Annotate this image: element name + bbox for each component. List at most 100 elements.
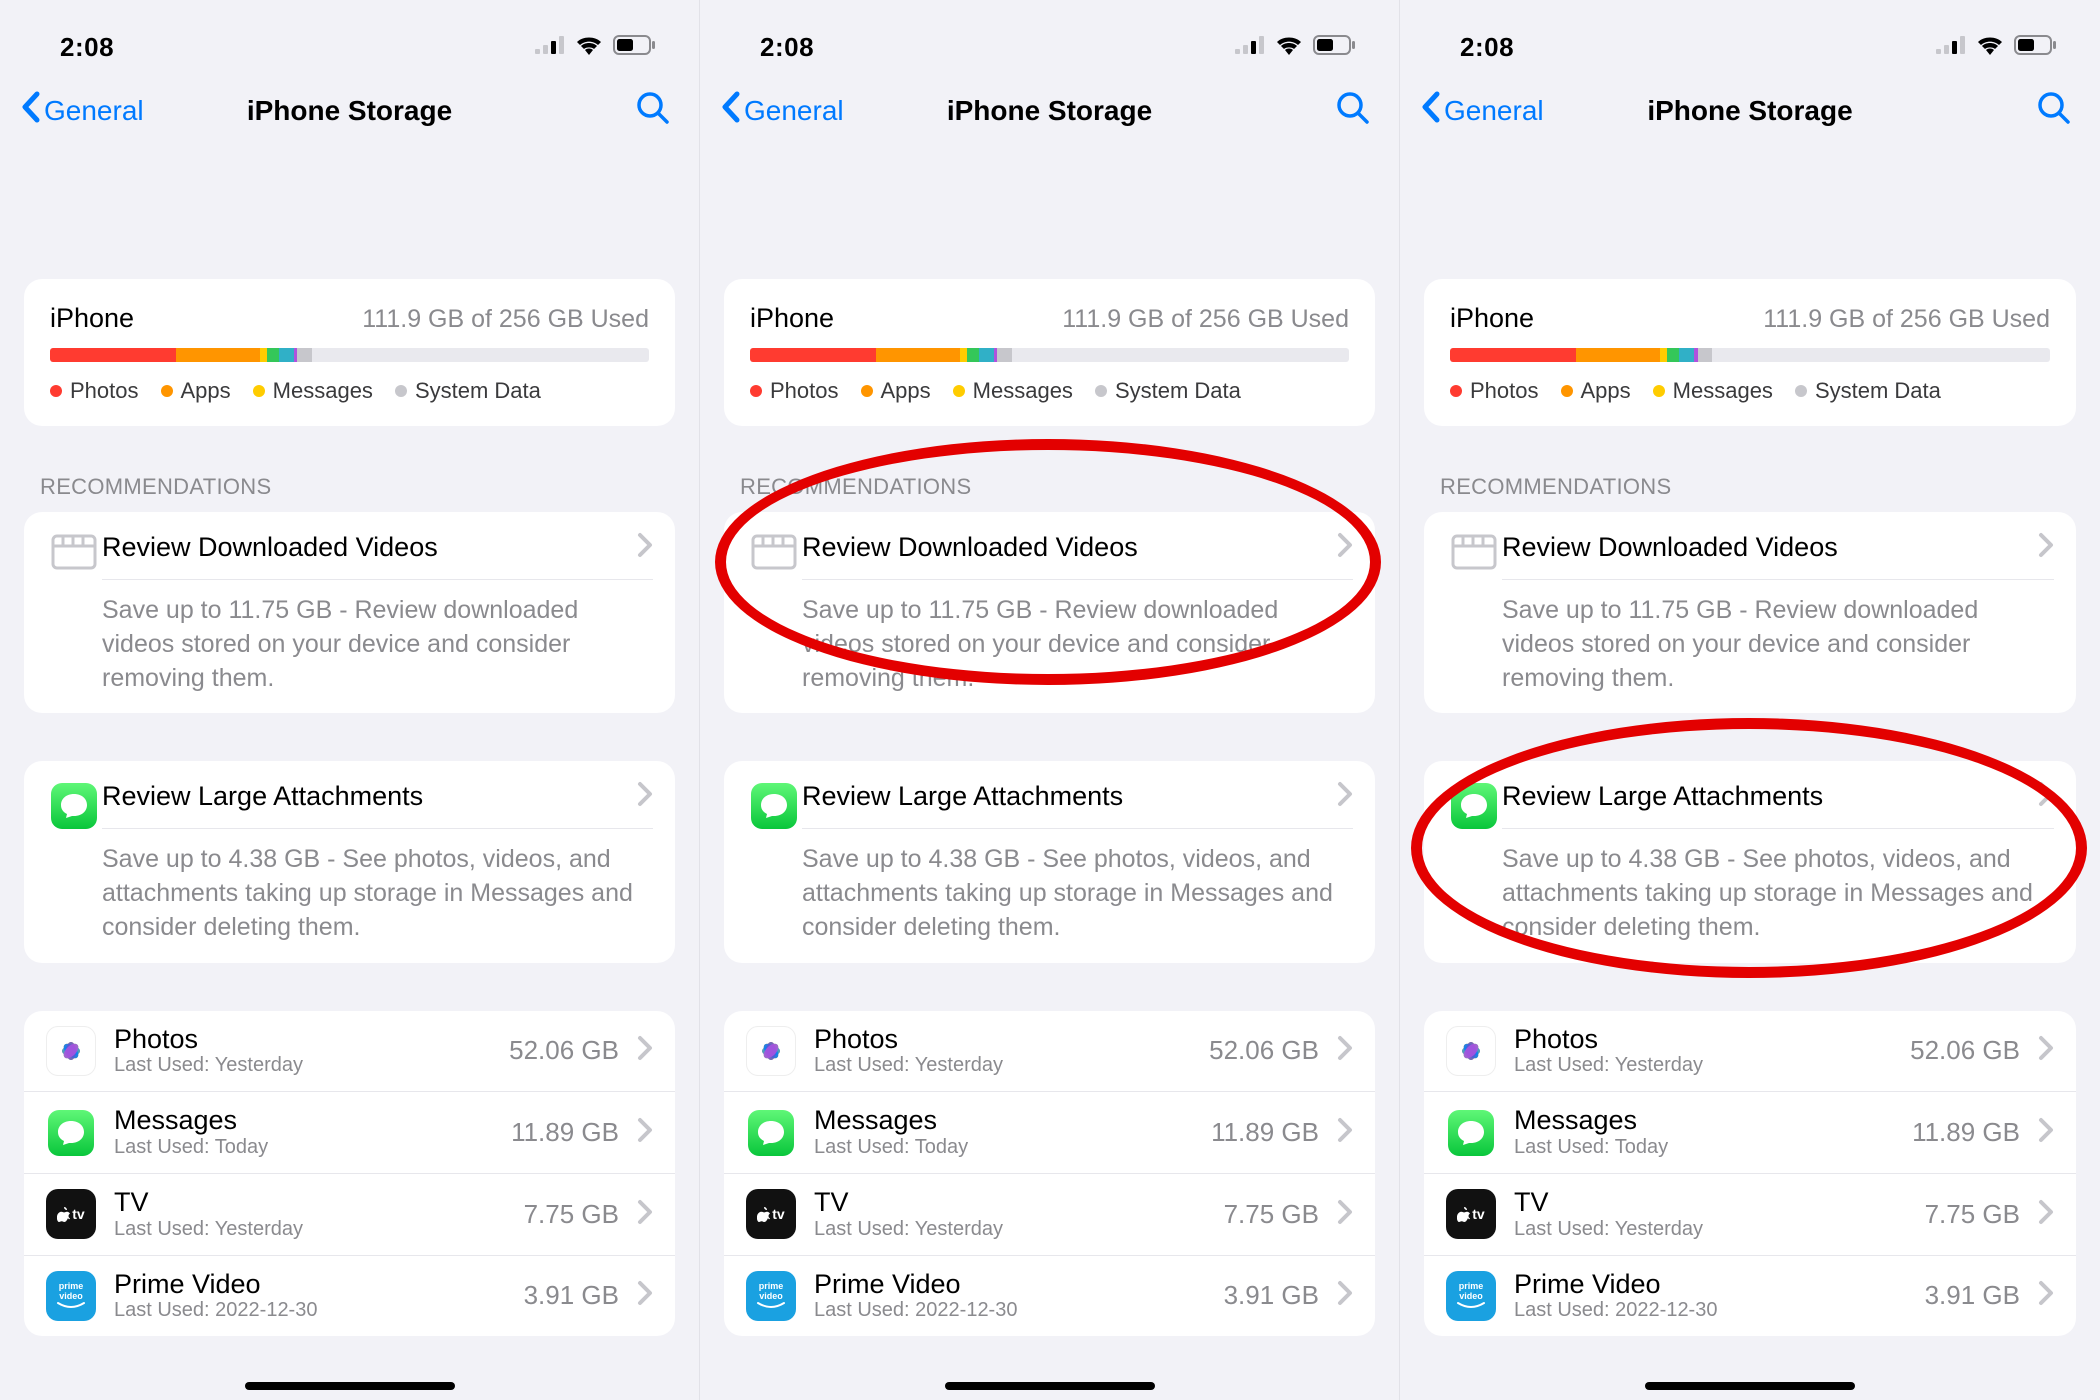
storage-segment (1667, 348, 1679, 362)
search-icon (2036, 113, 2072, 130)
legend-label: Messages (1673, 378, 1773, 404)
status-time: 2:08 (1460, 32, 1514, 63)
storage-segment (279, 348, 294, 362)
storage-segment (176, 348, 260, 362)
legend-dot-icon (253, 385, 265, 397)
storage-segment (876, 348, 960, 362)
recommendation-title: Review Large Attachments (802, 781, 1123, 812)
legend-item: System Data (1095, 378, 1241, 404)
legend-label: System Data (415, 378, 541, 404)
app-row[interactable]: primevideoPrime VideoLast Used: 2022-12-… (24, 1255, 675, 1337)
chevron-right-icon (637, 532, 653, 563)
prime-video-app-icon: primevideo (746, 1271, 796, 1321)
app-name: Messages (814, 1106, 1193, 1136)
search-button[interactable] (635, 90, 671, 131)
chevron-right-icon (2038, 1199, 2054, 1230)
app-row[interactable]: MessagesLast Used: Today11.89 GB (24, 1091, 675, 1173)
chevron-right-icon (1337, 1035, 1353, 1066)
app-name: TV (114, 1188, 506, 1218)
wifi-icon (1275, 35, 1303, 60)
recommendation-title: Review Large Attachments (102, 781, 423, 812)
chevron-right-icon (637, 1117, 653, 1148)
app-row[interactable]: primevideoPrime VideoLast Used: 2022-12-… (724, 1255, 1375, 1337)
legend-label: Apps (181, 378, 231, 404)
storage-bar (1450, 348, 2050, 362)
recommendation-card[interactable]: Review Large AttachmentsSave up to 4.38 … (1424, 761, 2076, 962)
app-size: 3.91 GB (1925, 1280, 2020, 1311)
storage-summary-card: iPhone111.9 GB of 256 GB UsedPhotosAppsM… (1424, 279, 2076, 426)
storage-segment (960, 348, 967, 362)
recommendation-card[interactable]: Review Downloaded VideosSave up to 11.75… (724, 512, 1375, 713)
legend-label: Apps (881, 378, 931, 404)
app-size: 11.89 GB (1912, 1117, 2020, 1148)
legend-dot-icon (1095, 385, 1107, 397)
legend-item: Photos (750, 378, 839, 404)
app-last-used: Last Used: 2022-12-30 (1514, 1299, 1907, 1322)
legend-label: Photos (70, 378, 139, 404)
cellular-signal-icon (1936, 36, 1966, 59)
app-last-used: Last Used: Yesterday (114, 1054, 491, 1077)
recommendation-card[interactable]: Review Downloaded VideosSave up to 11.75… (24, 512, 675, 713)
legend-item: Apps (1561, 378, 1631, 404)
storage-used-text: 111.9 GB of 256 GB Used (1062, 305, 1349, 334)
app-row[interactable]: PhotosLast Used: Yesterday52.06 GB (1424, 1011, 2076, 1092)
wifi-icon (575, 35, 603, 60)
device-name: iPhone (750, 303, 834, 334)
app-row[interactable]: primevideoPrime VideoLast Used: 2022-12-… (1424, 1255, 2076, 1337)
app-list: PhotosLast Used: Yesterday52.06 GBMessag… (1424, 1011, 2076, 1337)
photos-app-icon (746, 1026, 796, 1076)
storage-segment (1450, 348, 1576, 362)
app-row[interactable]: PhotosLast Used: Yesterday52.06 GB (24, 1011, 675, 1092)
app-size: 7.75 GB (1224, 1199, 1319, 1230)
search-button[interactable] (2036, 90, 2072, 131)
app-name: Prime Video (1514, 1270, 1907, 1300)
chevron-right-icon (1337, 1117, 1353, 1148)
back-chevron-icon (20, 90, 42, 131)
storage-segment (979, 348, 994, 362)
iphone-storage-screen: 2:08GeneraliPhone StorageiPhone111.9 GB … (0, 0, 700, 1400)
recommendation-title: Review Large Attachments (1502, 781, 1823, 812)
app-row[interactable]: tvTVLast Used: Yesterday7.75 GB (724, 1173, 1375, 1255)
recommendation-card[interactable]: Review Downloaded VideosSave up to 11.75… (1424, 512, 2076, 713)
storage-segment (967, 348, 979, 362)
app-row[interactable]: tvTVLast Used: Yesterday7.75 GB (24, 1173, 675, 1255)
photos-app-icon (1446, 1026, 1496, 1076)
storage-segment (750, 348, 876, 362)
app-last-used: Last Used: 2022-12-30 (114, 1299, 506, 1322)
app-row[interactable]: MessagesLast Used: Today11.89 GB (1424, 1091, 2076, 1173)
app-row[interactable]: MessagesLast Used: Today11.89 GB (724, 1091, 1375, 1173)
search-button[interactable] (1335, 90, 1371, 131)
chevron-right-icon (2038, 1280, 2054, 1311)
legend-item: System Data (1795, 378, 1941, 404)
recommendation-card[interactable]: Review Large AttachmentsSave up to 4.38 … (24, 761, 675, 962)
app-last-used: Last Used: Yesterday (114, 1218, 506, 1241)
storage-legend: Photos Apps Messages System Data (50, 378, 649, 404)
battery-icon (2014, 35, 2056, 60)
status-time: 2:08 (760, 32, 814, 63)
messages-icon (1446, 781, 1502, 944)
legend-label: Messages (973, 378, 1073, 404)
chevron-right-icon (2038, 1117, 2054, 1148)
recommendation-card[interactable]: Review Large Attachments Save up to 4.38 … (724, 761, 1375, 962)
legend-dot-icon (50, 385, 62, 397)
storage-used-text: 111.9 GB of 256 GB Used (1763, 305, 2050, 334)
wifi-icon (1976, 35, 2004, 60)
back-label: General (1444, 95, 1544, 127)
status-icons (1235, 35, 1355, 60)
app-row[interactable]: PhotosLast Used: Yesterday52.06 GB (724, 1011, 1375, 1092)
legend-label: Messages (273, 378, 373, 404)
app-row[interactable]: tvTVLast Used: Yesterday7.75 GB (1424, 1173, 2076, 1255)
messages-icon (46, 781, 102, 944)
storage-summary-card: iPhone 111.9 GB of 256 GB Used Photos Apps M… (724, 279, 1375, 426)
storage-summary-card: iPhone111.9 GB of 256 GB UsedPhotosAppsM… (24, 279, 675, 426)
back-button[interactable]: General (20, 90, 144, 131)
navigation-bar: GeneraliPhone Storage (700, 80, 1399, 171)
legend-item: Photos (50, 378, 139, 404)
back-button[interactable]: General (1420, 90, 1544, 131)
recommendation-description: Save up to 4.38 GB - See photos, videos,… (802, 843, 1353, 944)
messages-app-icon (746, 1108, 796, 1158)
app-size: 3.91 GB (524, 1280, 619, 1311)
back-button[interactable]: General (720, 90, 844, 131)
app-name: Photos (114, 1025, 491, 1055)
legend-label: System Data (1115, 378, 1241, 404)
